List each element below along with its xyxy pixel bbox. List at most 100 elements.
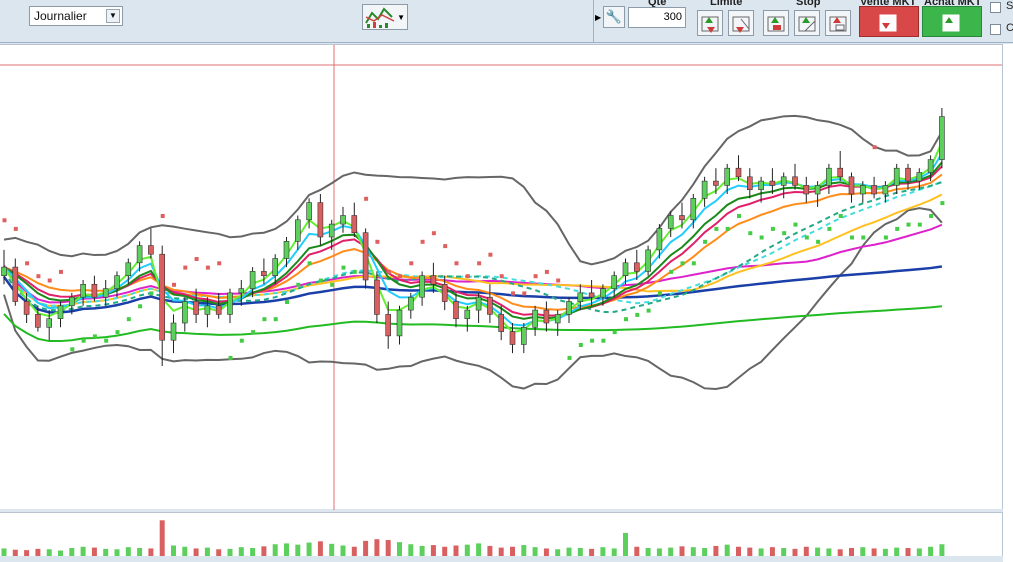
- volume-bar: [148, 548, 154, 556]
- candle-body: [871, 185, 877, 195]
- candle-body: [283, 241, 290, 259]
- candle-body: [317, 202, 324, 238]
- sar-point: [544, 269, 549, 274]
- volume-bar: [351, 546, 357, 556]
- indicators-button[interactable]: ▼: [362, 4, 408, 30]
- limit-buy-icon: [701, 16, 719, 33]
- stop-sell-button[interactable]: [794, 10, 820, 36]
- sar-point: [770, 226, 775, 231]
- volume-bar: [227, 548, 233, 556]
- candle-body: [633, 262, 640, 272]
- price-chart[interactable]: [0, 44, 1003, 510]
- stop-limit-button[interactable]: [825, 10, 851, 36]
- candle-body: [769, 180, 776, 186]
- candle-body: [667, 215, 674, 229]
- sar-point: [36, 274, 41, 279]
- volume-bar: [430, 545, 436, 556]
- candle-body: [419, 275, 425, 298]
- candle-body: [848, 176, 855, 195]
- sar-point: [194, 257, 199, 261]
- sar-point: [906, 222, 911, 227]
- volume-bar: [317, 541, 323, 556]
- sar-point: [725, 226, 730, 231]
- stop-sell-icon: [798, 16, 816, 32]
- candle-body: [520, 326, 527, 345]
- period-select[interactable]: Journalier ▼: [29, 6, 123, 26]
- candle-body: [713, 180, 719, 186]
- volume-bar: [781, 548, 787, 556]
- candle-body: [453, 301, 459, 320]
- candle-body: [159, 253, 165, 341]
- candle-body: [227, 292, 233, 315]
- checkbox-c-label: C: [1006, 22, 1013, 34]
- stop-buy-button[interactable]: [763, 10, 789, 36]
- sar-point: [488, 252, 493, 257]
- sar-point: [838, 214, 843, 218]
- checkbox-c[interactable]: [990, 24, 1001, 35]
- candle-body: [566, 301, 572, 315]
- candle-body: [125, 262, 132, 277]
- checkbox-s[interactable]: [990, 2, 1001, 13]
- sar-point: [635, 312, 640, 317]
- sar-point: [567, 355, 572, 360]
- candle-body: [362, 232, 369, 281]
- candle-body: [577, 292, 584, 302]
- candle-body: [882, 185, 889, 195]
- sell-market-button[interactable]: [859, 6, 919, 37]
- sar-point: [420, 239, 425, 244]
- sar-point: [2, 218, 7, 223]
- volume-bar: [363, 540, 369, 556]
- limit-buy-button[interactable]: [697, 10, 723, 36]
- buy-market-button[interactable]: [922, 6, 982, 37]
- candle-body: [905, 167, 911, 182]
- candle-body: [430, 275, 437, 285]
- sar-point: [273, 317, 278, 322]
- sar-point: [239, 338, 244, 343]
- candle-body: [193, 301, 199, 315]
- volume-bar: [521, 545, 527, 556]
- sar-point: [556, 278, 561, 283]
- candle-body: [80, 284, 86, 298]
- volume-bar: [747, 547, 753, 556]
- candle-body: [735, 167, 742, 178]
- sar-point: [465, 274, 470, 279]
- candle-body: [656, 228, 663, 251]
- sar-point: [431, 231, 436, 236]
- volume-bar: [724, 544, 730, 556]
- volume-bar: [419, 545, 425, 556]
- expand-arrow-icon[interactable]: ▶: [595, 13, 601, 22]
- sar-point: [59, 269, 63, 274]
- volume-bar: [668, 547, 674, 556]
- volume-bar: [826, 548, 832, 556]
- scroll-strip[interactable]: [0, 556, 1003, 562]
- volume-bar: [498, 547, 504, 556]
- sar-point: [578, 343, 583, 347]
- volume-bar: [385, 540, 391, 556]
- sar-point: [748, 231, 753, 236]
- volume-bar: [656, 548, 662, 556]
- sar-point: [883, 235, 888, 240]
- chevron-down-icon[interactable]: ▼: [106, 9, 120, 23]
- volume-bar: [114, 549, 120, 556]
- qty-input[interactable]: 300: [628, 7, 686, 28]
- candle-body: [374, 279, 380, 315]
- sar-point: [499, 274, 504, 279]
- limit-sell-button[interactable]: [728, 10, 754, 36]
- volume-bar: [159, 520, 165, 556]
- wrench-icon[interactable]: 🔧: [603, 6, 625, 28]
- sar-point: [511, 291, 515, 296]
- candle-body: [679, 215, 685, 221]
- sar-point: [364, 196, 369, 201]
- ma-long-green: [3, 305, 943, 343]
- candle-body: [182, 301, 188, 324]
- sar-point: [861, 235, 866, 240]
- volume-bar: [837, 549, 843, 556]
- candle-body: [294, 219, 301, 242]
- volume-bar: [284, 543, 289, 556]
- sar-point: [160, 214, 165, 218]
- volume-bar: [623, 532, 628, 556]
- volume-bar: [758, 548, 764, 556]
- volume-bar: [464, 544, 470, 556]
- volume-bar: [803, 546, 809, 556]
- volume-bar: [408, 544, 414, 556]
